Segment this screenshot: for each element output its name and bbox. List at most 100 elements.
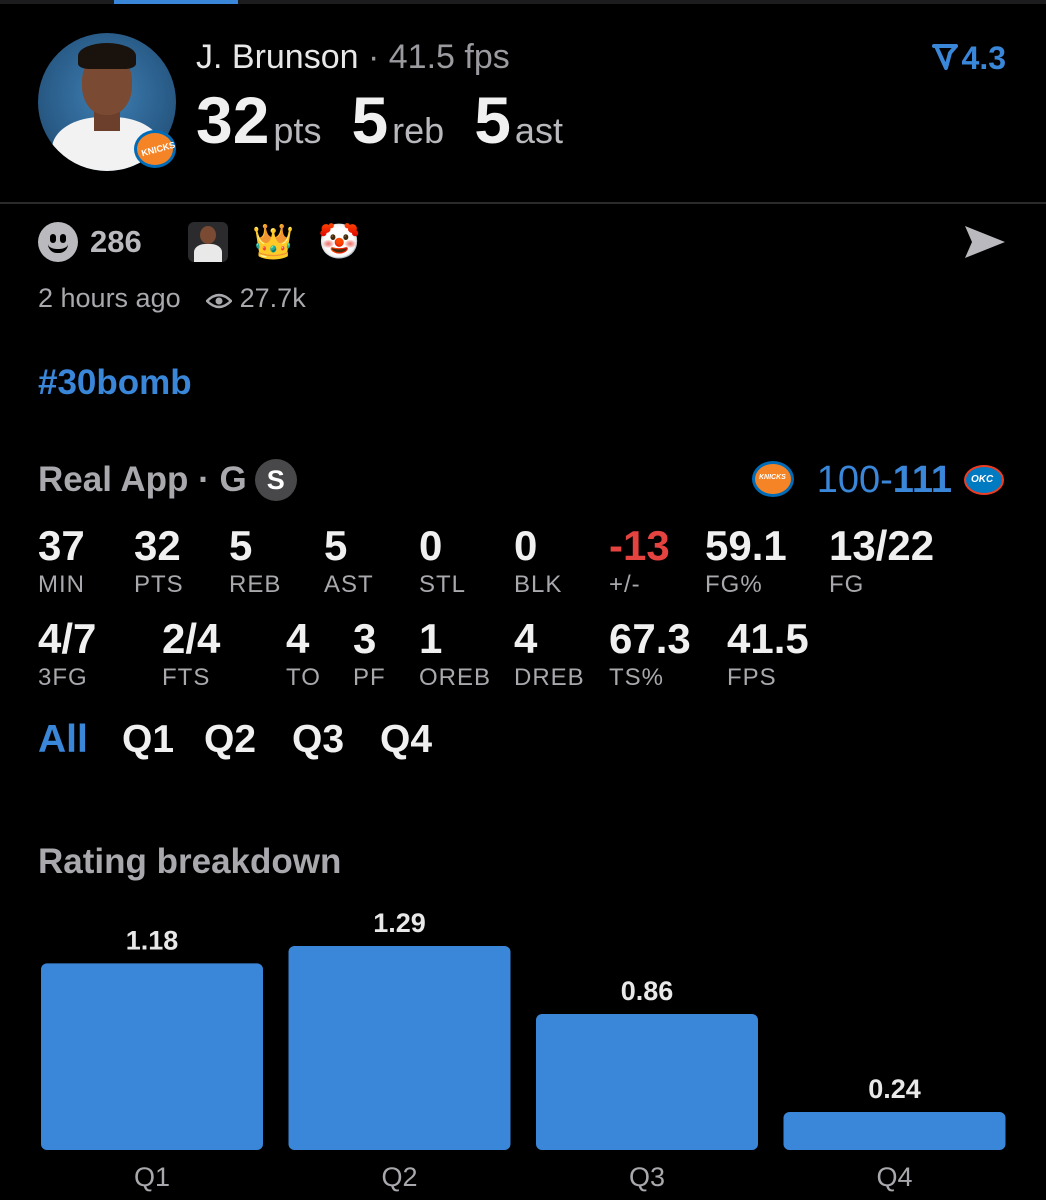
stat-label: FTS: [162, 664, 211, 691]
points-value: 32: [196, 83, 270, 157]
post-header: KNICKS J. Brunson · 41.5 fps 32 pts 5 reb 5 a…: [0, 0, 1046, 202]
stat-value: 59.1: [705, 522, 787, 569]
category-tick-label: Q3: [629, 1162, 665, 1192]
tab-q3[interactable]: Q3: [292, 718, 344, 762]
clown-reaction-icon[interactable]: 🤡: [318, 220, 360, 264]
stat-: -13 +/-: [609, 523, 670, 599]
stat-dreb: 4 DREB: [514, 616, 585, 692]
stat-value: 4/7: [38, 615, 97, 662]
smiley-reaction-icon[interactable]: [38, 222, 78, 262]
stat-label: OREB: [419, 664, 492, 691]
name-separator: ·: [367, 38, 380, 76]
home-score: 100: [816, 459, 881, 501]
stat-value: 67.3: [609, 615, 691, 662]
stat-value: 4: [514, 615, 538, 662]
stat-label: PF: [353, 664, 386, 691]
stat-value: 13/22: [829, 522, 935, 569]
stat-label: REB: [229, 571, 282, 598]
source-position: Real App · GS: [38, 459, 297, 501]
team-logo-badge: KNICKS: [134, 130, 176, 168]
stat-fts: 2/4 FTS: [162, 616, 220, 692]
post-time: 2 hours ago: [38, 283, 181, 313]
stat-label: PTS: [134, 571, 184, 598]
rebounds-value: 5: [351, 83, 389, 157]
player-reaction-icon[interactable]: [188, 222, 228, 262]
stat-blk: 0 BLK: [514, 523, 562, 599]
rating-breakdown-chart: 1.18 Q1 1.29 Q2 0.86 Q3 0.24 Q4: [41, 908, 1006, 1192]
rating-breakdown-title: Rating breakdown: [38, 842, 342, 881]
stat-stl: 0 STL: [419, 523, 466, 599]
player-statline: 32 pts 5 reb 5 ast: [196, 82, 563, 158]
game-info-line: Real App · GS KNICKS 100-111 OKC: [38, 457, 1006, 503]
rating-arrow-icon: [931, 44, 958, 70]
bar-value-label: 1.18: [126, 925, 179, 955]
bar-q1[interactable]: [41, 963, 263, 1150]
game-score[interactable]: 100-111: [817, 459, 952, 502]
stat-label: MIN: [38, 571, 85, 598]
assists-label: ast: [514, 110, 563, 151]
stat-3fg: 4/7 3FG: [38, 616, 96, 692]
stat-label: +/-: [609, 571, 641, 598]
bar-q2[interactable]: [288, 946, 511, 1150]
stat-label: 3FG: [38, 664, 88, 691]
rank-badge: S: [254, 459, 297, 501]
stat-value: 2/4: [162, 615, 221, 662]
stat-ts: 67.3 TS%: [609, 616, 691, 692]
points-label: pts: [273, 110, 322, 151]
stat-label: STL: [419, 571, 467, 598]
rating-value: 4.3: [961, 40, 1006, 76]
category-tick-label: Q4: [876, 1162, 912, 1192]
stat-ast: 5 AST: [324, 523, 374, 599]
score-dash: -: [880, 459, 893, 501]
stat-label: TO: [286, 664, 321, 691]
eye-icon: [206, 293, 233, 309]
tab-all[interactable]: All: [38, 718, 88, 762]
stat-value: 37: [38, 522, 85, 569]
category-tick-label: Q1: [134, 1162, 170, 1192]
stat-label: DREB: [514, 664, 585, 691]
crown-reaction-icon[interactable]: 👑: [252, 220, 294, 264]
stat-oreb: 1 OREB: [419, 616, 491, 692]
stat-fg: 59.1 FG%: [705, 523, 787, 599]
bar-value-label: 0.86: [621, 976, 674, 1006]
stat-value: 41.5: [727, 615, 809, 662]
view-count: 27.7k: [239, 283, 306, 313]
stat-value: 5: [229, 522, 253, 569]
stat-label: TS%: [609, 664, 665, 691]
stat-pf: 3 PF: [353, 616, 386, 692]
tab-q1[interactable]: Q1: [122, 718, 174, 762]
reaction-count: 286: [90, 224, 142, 259]
player-fps: 41.5 fps: [388, 38, 510, 76]
tab-q4[interactable]: Q4: [380, 718, 432, 762]
player-name[interactable]: J. Brunson: [196, 38, 359, 76]
header-divider: [0, 202, 1046, 204]
stat-label: FG: [829, 571, 865, 598]
stat-label: AST: [324, 571, 374, 598]
away-score: 111: [892, 459, 952, 501]
bar-value-label: 1.29: [373, 908, 426, 938]
stat-label: FPS: [727, 664, 777, 691]
stat-value: 32: [134, 522, 181, 569]
stat-min: 37 MIN: [38, 523, 85, 599]
stat-value: 1: [419, 615, 443, 662]
stat-value: 5: [324, 522, 348, 569]
home-team-logo: KNICKS: [752, 461, 794, 497]
bar-q4[interactable]: [783, 1112, 1006, 1150]
tab-q2[interactable]: Q2: [204, 718, 256, 762]
stat-pts: 32 PTS: [134, 523, 184, 599]
rating-display[interactable]: 4.3: [931, 40, 1006, 77]
stat-label: FG%: [705, 571, 763, 598]
stat-value: 4: [286, 615, 310, 662]
category-tick-label: Q2: [381, 1162, 417, 1192]
hashtag-link[interactable]: #30bomb: [38, 363, 192, 403]
bar-value-label: 0.24: [868, 1074, 921, 1104]
bar-q3[interactable]: [536, 1014, 758, 1150]
stat-value: 0: [514, 522, 538, 569]
rebounds-label: reb: [392, 110, 445, 151]
share-send-icon[interactable]: [962, 222, 1008, 262]
away-team-logo: OKC: [964, 465, 1004, 495]
stat-fg: 13/22 FG: [829, 523, 934, 599]
assists-value: 5: [474, 83, 511, 157]
stat-value: -13: [609, 522, 670, 569]
stat-fps: 41.5 FPS: [727, 616, 809, 692]
